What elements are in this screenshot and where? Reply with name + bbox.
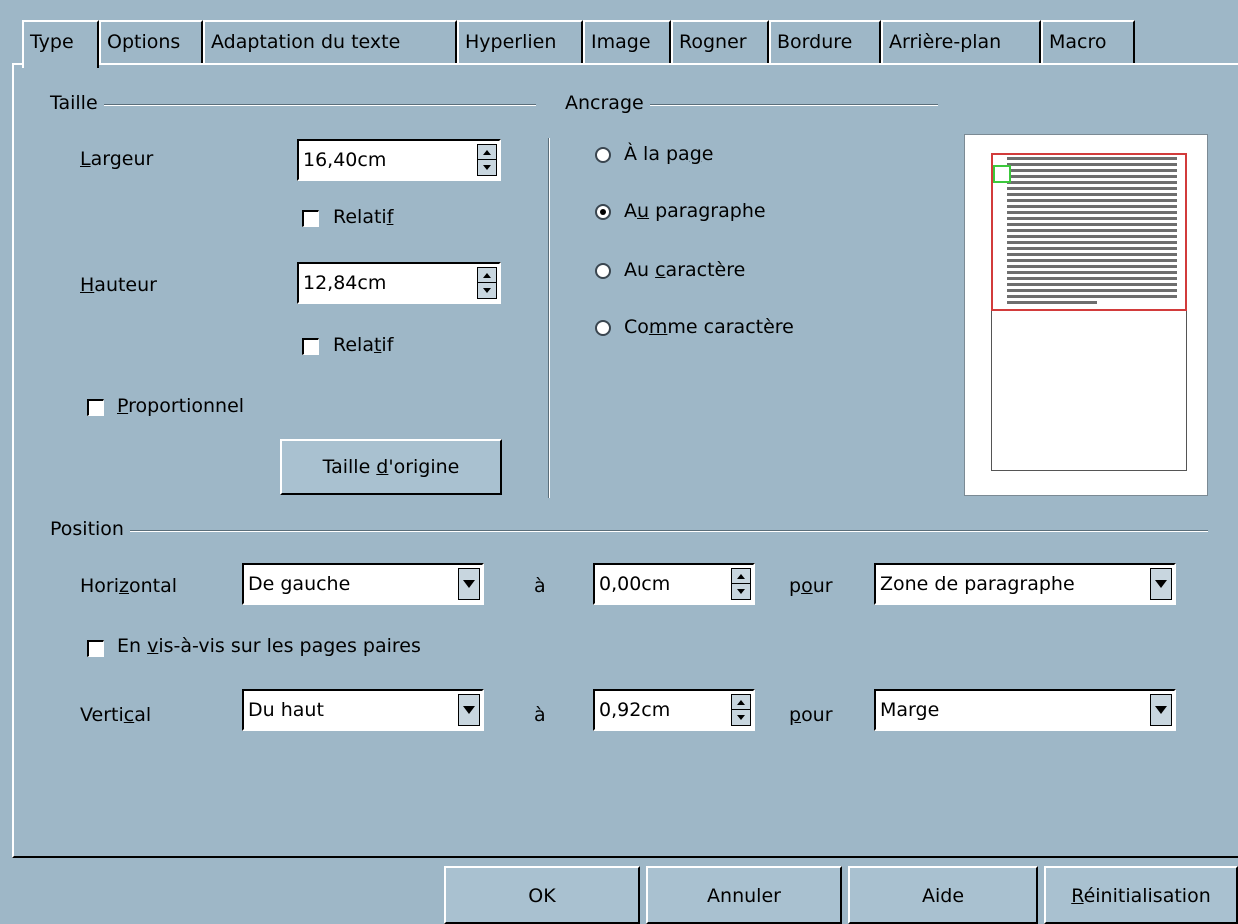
position-group-title: Position xyxy=(50,518,130,540)
anchor-character-label: Au caractère xyxy=(624,259,746,281)
tab-label: Options xyxy=(107,31,181,53)
tab-image[interactable]: Image xyxy=(583,20,671,64)
anchor-paragraph-radio[interactable] xyxy=(595,204,611,220)
width-relative-label: Relatif xyxy=(333,206,394,228)
width-label: Largeur xyxy=(80,148,154,170)
horizontal-offset-value: 0,00cm xyxy=(599,573,671,595)
anchor-as-character-radio[interactable] xyxy=(595,320,611,336)
vertical-offset-spinbox[interactable]: 0,92cm xyxy=(593,689,755,731)
spin-down-icon[interactable] xyxy=(478,283,496,298)
spin-down-icon[interactable] xyxy=(478,160,496,175)
vertical-a-label: à xyxy=(534,704,546,726)
size-group-title: Taille xyxy=(50,92,104,114)
tab-label: Arrière-plan xyxy=(889,31,1002,53)
height-relative-label: Relatif xyxy=(333,334,394,356)
tab-label: Macro xyxy=(1049,31,1107,53)
anchor-page-label: À la page xyxy=(624,143,714,165)
tab-label: Image xyxy=(591,31,651,53)
anchor-group-title: Ancrage xyxy=(565,92,650,114)
position-group-line xyxy=(52,530,1208,532)
tab-borders[interactable]: Bordure xyxy=(769,20,881,64)
tab-type[interactable]: Type xyxy=(22,20,99,68)
vertical-to-value: Marge xyxy=(880,699,940,721)
horizontal-select[interactable]: De gauche xyxy=(242,563,484,605)
reset-button[interactable]: Réinitialisation xyxy=(1044,866,1238,924)
tab-macro[interactable]: Macro xyxy=(1041,20,1135,64)
mirror-checkbox[interactable] xyxy=(87,640,104,657)
height-spinbox[interactable]: 12,84cm xyxy=(297,262,501,304)
horizontal-offset-spinbox[interactable]: 0,00cm xyxy=(593,563,755,605)
width-relative-checkbox[interactable] xyxy=(302,210,319,227)
horizontal-label: Horizontal xyxy=(80,575,178,597)
original-size-button[interactable]: Taille d'origine xyxy=(280,439,502,495)
vertical-label: Vertical xyxy=(80,704,152,726)
tab-label: Bordure xyxy=(777,31,853,53)
spin-up-icon[interactable] xyxy=(732,569,750,584)
anchor-paragraph-label: Au paragraphe xyxy=(624,200,766,222)
tab-hyperlink[interactable]: Hyperlien xyxy=(457,20,583,64)
spin-up-icon[interactable] xyxy=(478,268,496,283)
tab-options[interactable]: Options xyxy=(99,20,203,64)
height-spin-buttons[interactable] xyxy=(477,267,497,299)
tab-crop[interactable]: Rogner xyxy=(671,20,769,64)
anchor-as-character-label: Comme caractère xyxy=(624,316,794,338)
vertical-value: Du haut xyxy=(248,699,324,721)
anchor-character-radio[interactable] xyxy=(595,263,611,279)
mirror-label: En vis-à-vis sur les pages paires xyxy=(117,635,421,657)
tab-text-wrap[interactable]: Adaptation du texte xyxy=(203,20,457,64)
chevron-down-icon[interactable] xyxy=(458,694,480,726)
vertical-select[interactable]: Du haut xyxy=(242,689,484,731)
tab-label: Hyperlien xyxy=(465,31,557,53)
tab-label: Type xyxy=(30,31,74,53)
ok-button[interactable]: OK xyxy=(444,866,640,924)
anchor-page-radio[interactable] xyxy=(595,147,611,163)
size-group-line xyxy=(52,104,536,106)
group-separator xyxy=(548,138,550,498)
horizontal-to-value: Zone de paragraphe xyxy=(880,573,1075,595)
spin-up-icon[interactable] xyxy=(478,145,496,160)
width-value: 16,40cm xyxy=(303,149,387,171)
horizontal-to-label: pour xyxy=(789,575,833,597)
horizontal-spin-buttons[interactable] xyxy=(731,568,751,600)
height-label: Hauteur xyxy=(80,274,157,296)
chevron-down-icon[interactable] xyxy=(1150,568,1172,600)
spin-up-icon[interactable] xyxy=(732,695,750,710)
tab-label: Rogner xyxy=(679,31,747,53)
width-spinbox[interactable]: 16,40cm xyxy=(297,139,501,181)
spin-down-icon[interactable] xyxy=(732,710,750,725)
tab-label: Adaptation du texte xyxy=(211,31,401,53)
vertical-to-select[interactable]: Marge xyxy=(874,689,1176,731)
cancel-button[interactable]: Annuler xyxy=(646,866,842,924)
proportional-checkbox[interactable] xyxy=(87,399,104,416)
spin-down-icon[interactable] xyxy=(732,584,750,599)
height-relative-checkbox[interactable] xyxy=(302,338,319,355)
height-value: 12,84cm xyxy=(303,272,387,294)
width-spin-buttons[interactable] xyxy=(477,144,497,176)
tab-background[interactable]: Arrière-plan xyxy=(881,20,1041,64)
horizontal-value: De gauche xyxy=(248,573,351,595)
vertical-spin-buttons[interactable] xyxy=(731,694,751,726)
horizontal-a-label: à xyxy=(534,575,546,597)
anchor-marker-icon xyxy=(993,165,1011,183)
chevron-down-icon[interactable] xyxy=(458,568,480,600)
proportional-label: Proportionnel xyxy=(117,395,245,417)
help-button[interactable]: Aide xyxy=(848,866,1038,924)
position-preview xyxy=(964,134,1208,496)
chevron-down-icon[interactable] xyxy=(1150,694,1172,726)
horizontal-to-select[interactable]: Zone de paragraphe xyxy=(874,563,1176,605)
vertical-to-label: pour xyxy=(789,704,833,726)
vertical-offset-value: 0,92cm xyxy=(599,699,671,721)
